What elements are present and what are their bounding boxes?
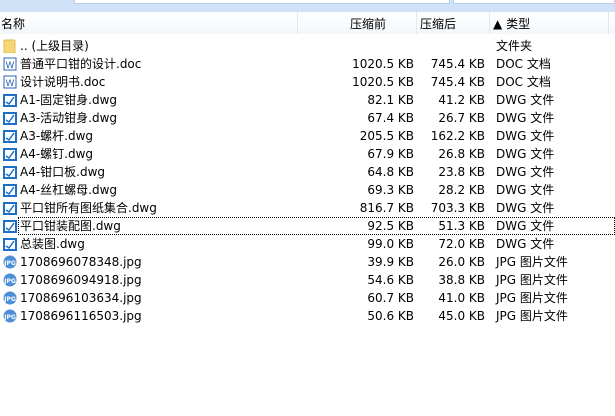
search-box[interactable] [453,0,615,4]
file-type: 文件夹 [496,39,533,53]
size-before: 99.0 KB [367,237,414,251]
file-row[interactable]: A4-钳口板.dwg 64.8 KB 23.8 KB DWG 文件 [0,163,615,181]
file-row[interactable]: W 普通平口钳的设计.doc 1020.5 KB 745.4 KB DOC 文档 [0,55,615,73]
size-before: 816.7 KB [359,201,414,215]
file-type: JPG 图片文件 [496,255,568,269]
file-row[interactable]: A1-固定钳身.dwg 82.1 KB 41.2 KB DWG 文件 [0,91,615,109]
file-row[interactable]: JPG 1708696103634.jpg 60.7 KB 41.0 KB JP… [0,289,615,307]
size-after: 703.3 KB [430,201,485,215]
size-before: 50.6 KB [367,309,414,323]
sort-ascending-icon: ▲ [493,17,503,31]
size-after: 162.2 KB [430,129,485,143]
size-after: 38.8 KB [438,273,485,287]
size-after: 26.7 KB [438,111,485,125]
file-row[interactable]: .. (上级目录) 文件夹 [0,37,615,55]
file-row[interactable]: JPG 1708696094918.jpg 54.6 KB 38.8 KB JP… [0,271,615,289]
file-type: DWG 文件 [496,237,555,251]
column-name[interactable]: 名称 [1,15,25,34]
file-type: DOC 文档 [496,57,551,71]
file-row[interactable]: 平口钳所有图纸集合.dwg 816.7 KB 703.3 KB DWG 文件 [0,199,615,217]
file-type: JPG 图片文件 [496,309,568,323]
dwg-icon [3,165,17,179]
svg-text:JPG: JPG [3,296,16,303]
column-after[interactable]: 压缩后 [420,15,456,34]
file-type: JPG 图片文件 [496,273,568,287]
dwg-icon [3,201,17,215]
size-before: 205.5 KB [359,129,414,143]
size-after: 72.0 KB [438,237,485,251]
size-before: 1020.5 KB [352,75,414,89]
file-row[interactable]: A3-活动钳身.dwg 67.4 KB 26.7 KB DWG 文件 [0,109,615,127]
size-after: 41.0 KB [438,291,485,305]
file-row[interactable]: 总装图.dwg 99.0 KB 72.0 KB DWG 文件 [0,235,615,253]
size-after: 745.4 KB [430,57,485,71]
svg-text:JPG: JPG [3,314,16,321]
size-before: 54.6 KB [367,273,414,287]
svg-text:W: W [6,79,15,89]
jpg-icon: JPG [3,291,17,305]
svg-text:W: W [6,61,15,71]
file-row[interactable]: JPG 1708696116503.jpg 50.6 KB 45.0 KB JP… [0,307,615,325]
dwg-icon [3,111,17,125]
size-before: 60.7 KB [367,291,414,305]
column-type[interactable]: ▲ 类型 [493,15,530,34]
file-row[interactable]: W 设计说明书.doc 1020.5 KB 745.4 KB DOC 文档 [0,73,615,91]
size-after: 45.0 KB [438,309,485,323]
toolbar-strip [0,0,615,12]
file-type: DWG 文件 [496,93,555,107]
jpg-icon: JPG [3,309,17,323]
svg-text:JPG: JPG [3,278,16,285]
dwg-icon [3,147,17,161]
size-after: 23.8 KB [438,165,485,179]
size-before: 92.5 KB [367,219,414,233]
column-before[interactable]: 压缩前 [350,15,386,34]
doc-icon: W [3,57,17,71]
size-before: 39.9 KB [367,255,414,269]
size-after: 41.2 KB [438,93,485,107]
file-type: DOC 文档 [496,75,551,89]
size-before: 69.3 KB [367,183,414,197]
dwg-icon [3,183,17,197]
size-before: 64.8 KB [367,165,414,179]
file-row[interactable]: A4-丝杠螺母.dwg 69.3 KB 28.2 KB DWG 文件 [0,181,615,199]
doc-icon: W [3,75,17,89]
dwg-icon [3,219,17,233]
size-after: 745.4 KB [430,75,485,89]
jpg-icon: JPG [3,273,17,287]
size-before: 67.4 KB [367,111,414,125]
size-before: 67.9 KB [367,147,414,161]
file-type: DWG 文件 [496,201,555,215]
file-type: DWG 文件 [496,183,555,197]
file-type: DWG 文件 [496,219,555,233]
dwg-icon [3,93,17,107]
file-row[interactable]: 平口钳装配图.dwg 92.5 KB 51.3 KB DWG 文件 [0,217,615,235]
address-box[interactable] [74,0,450,4]
folder-icon [3,39,17,54]
file-type: DWG 文件 [496,165,555,179]
column-header: 名称 压缩前 压缩后 ▲ 类型 [0,12,615,34]
size-before: 1020.5 KB [352,57,414,71]
file-type: DWG 文件 [496,111,555,125]
file-type: DWG 文件 [496,147,555,161]
file-row[interactable]: A3-螺杆.dwg 205.5 KB 162.2 KB DWG 文件 [0,127,615,145]
dwg-icon [3,237,17,251]
size-after: 26.0 KB [438,255,485,269]
file-type: DWG 文件 [496,129,555,143]
svg-text:JPG: JPG [3,260,16,267]
size-after: 26.8 KB [438,147,485,161]
size-after: 28.2 KB [438,183,485,197]
file-type: JPG 图片文件 [496,291,568,305]
file-row[interactable]: JPG 1708696078348.jpg 39.9 KB 26.0 KB JP… [0,253,615,271]
file-row[interactable]: A4-螺钉.dwg 67.9 KB 26.8 KB DWG 文件 [0,145,615,163]
dwg-icon [3,129,17,143]
jpg-icon: JPG [3,255,17,269]
size-after: 51.3 KB [438,219,485,233]
size-before: 82.1 KB [367,93,414,107]
